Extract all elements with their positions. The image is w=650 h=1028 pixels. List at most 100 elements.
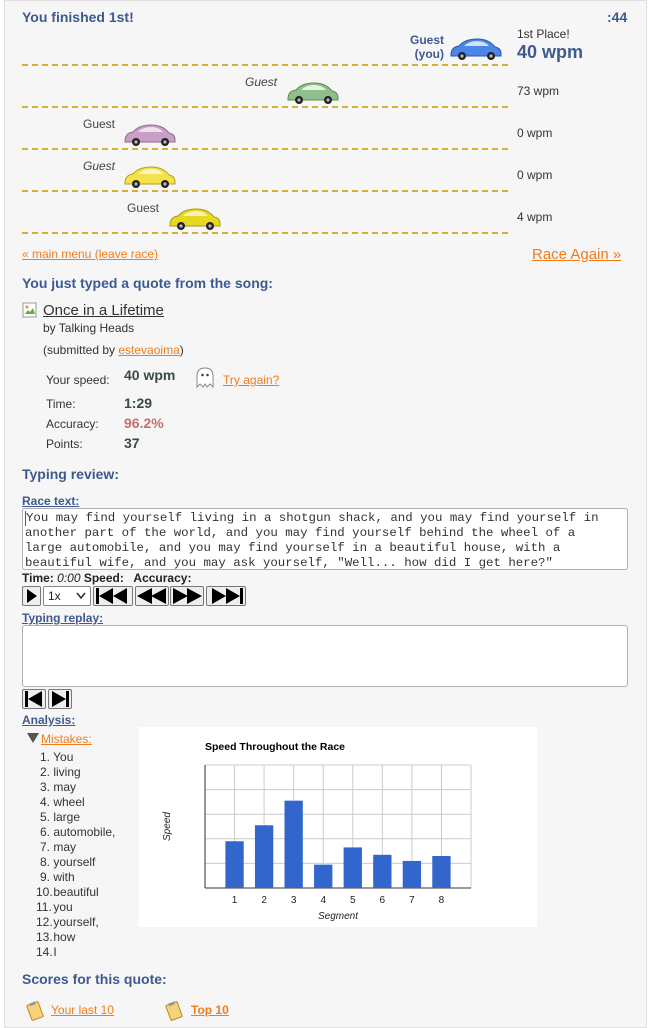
- chart-x-tick-label: 2: [261, 895, 267, 906]
- replay-time-value: 0:00: [57, 571, 81, 585]
- time-label: Time:: [46, 397, 76, 411]
- your-last-10-link[interactable]: Your last 10: [51, 1003, 114, 1017]
- points-value: 37: [124, 435, 140, 451]
- song-artist: by Talking Heads: [43, 321, 135, 335]
- scores-heading: Scores for this quote:: [22, 971, 167, 987]
- place-label: 1st Place!: [517, 27, 570, 41]
- mistake-item: 7. may: [39, 840, 77, 854]
- racer-name-you: Guest (you): [406, 33, 444, 61]
- submitted-suffix: ): [179, 343, 184, 357]
- chart-x-tick-label: 5: [350, 895, 356, 906]
- typing-review-heading: Typing review:: [22, 466, 119, 482]
- accuracy-value: 96.2%: [124, 415, 164, 431]
- lane-divider: [22, 148, 508, 150]
- fast-forward-icon: [173, 588, 202, 604]
- mistake-item: 13. how: [36, 930, 76, 944]
- step-forward-icon: [52, 691, 69, 707]
- speed-chart-svg: Speed Throughout the Race 1 2 3 4 5 6 7 8 Segment…: [162, 741, 472, 922]
- play-icon: [26, 589, 37, 603]
- clipboard-icon: [26, 1001, 44, 1021]
- mistakes-toggle[interactable]: Mistakes:: [41, 732, 92, 746]
- mistake-item: 10. beautiful: [36, 885, 99, 899]
- race-text-line: large automobile, and you may find yours…: [25, 541, 561, 555]
- points-label: Points:: [46, 437, 83, 451]
- mistake-item: 2. living: [39, 765, 81, 779]
- typing-replay-label: Typing replay:: [22, 611, 104, 625]
- mistake-item: 9. with: [39, 870, 75, 884]
- mistake-word: how: [53, 930, 76, 944]
- chart-x-tick-label: 1: [232, 895, 238, 906]
- top-10-link[interactable]: Top 10: [191, 1003, 229, 1017]
- playback-speed-select[interactable]: 1x: [43, 586, 91, 606]
- submitted-prefix: (submitted by: [43, 343, 119, 357]
- racer-car-icon: [287, 82, 339, 104]
- submitter-link[interactable]: estevaoima: [118, 343, 179, 357]
- chart-y-label: Speed: [162, 812, 173, 841]
- analysis-label: Analysis:: [22, 713, 76, 727]
- clipboard-icon: [165, 1001, 183, 1021]
- racer-name: Guest: [83, 117, 116, 131]
- chart-bar: [402, 860, 422, 888]
- mistake-item: 5. large: [39, 810, 81, 824]
- mistake-word: may: [53, 780, 77, 794]
- chart-x-tick-label: 4: [320, 895, 326, 906]
- step-back-icon: [25, 691, 42, 707]
- replay-time-label: Time:: [22, 571, 54, 585]
- racer-name: Guest: [409, 33, 444, 47]
- racer-wpm: 0 wpm: [517, 168, 553, 182]
- race-text-box[interactable]: You may find yourself living in a shotgu…: [22, 508, 628, 570]
- race-text-line: beautiful wife, and you may ask yourself…: [25, 556, 553, 570]
- replay-accuracy-label: Accuracy:: [133, 571, 192, 585]
- lane-divider: [22, 190, 508, 192]
- skip-end-icon: [212, 588, 243, 604]
- race-text-label: Race text:: [22, 494, 80, 508]
- rewind-button[interactable]: [135, 586, 169, 606]
- race-text-line: You may find yourself living in a shotgu…: [25, 511, 625, 526]
- expand-triangle-icon[interactable]: [27, 733, 39, 743]
- typing-replay-box[interactable]: [22, 625, 628, 687]
- rewind-icon: [137, 588, 166, 604]
- chart-bar: [432, 856, 451, 888]
- racer-car-icon: [450, 38, 502, 60]
- mistake-item: 6. automobile,: [39, 825, 116, 839]
- mistake-item: 4. wheel: [39, 795, 85, 809]
- chart-x-tick-label: 6: [380, 895, 386, 906]
- replay-stats: Time: 0:00 Speed: Accuracy:: [22, 571, 191, 585]
- broken-image-icon: [22, 302, 37, 318]
- step-back-button[interactable]: [22, 689, 46, 709]
- speed-chart: Speed Throughout the Race 1 2 3 4 5 6 7 8 Segment…: [139, 727, 537, 927]
- mistake-word: yourself: [53, 855, 96, 869]
- mistake-word: You: [53, 750, 74, 764]
- play-button[interactable]: [22, 586, 41, 606]
- chevron-down-icon: [76, 592, 86, 600]
- chart-bar: [314, 864, 333, 888]
- lane-divider: [22, 106, 508, 108]
- chart-x-label: Segment: [318, 911, 359, 922]
- racer-you-tag: (you): [414, 47, 444, 61]
- song-title-link[interactable]: Once in a Lifetime: [43, 302, 164, 319]
- fast-forward-button[interactable]: [170, 586, 204, 606]
- playback-speed-value: 1x: [48, 589, 61, 603]
- skip-to-end-button[interactable]: [206, 586, 246, 606]
- skip-to-start-button[interactable]: [93, 586, 133, 606]
- race-text-line: another part of the world, and you may f…: [25, 526, 576, 540]
- racer-car-icon: [169, 208, 221, 230]
- chart-x-tick-label: 7: [409, 895, 415, 906]
- racer-car-icon: [124, 124, 176, 146]
- step-forward-button[interactable]: [48, 689, 72, 709]
- racer-wpm: 73 wpm: [517, 84, 560, 98]
- race-again-link[interactable]: Race Again »: [532, 246, 621, 263]
- main-menu-link[interactable]: « main menu (leave race): [22, 247, 158, 261]
- try-again-link[interactable]: Try again?: [223, 373, 279, 387]
- mistake-word: yourself,: [53, 915, 99, 929]
- mistake-word: wheel: [53, 795, 85, 809]
- mistake-item: 12. yourself,: [36, 915, 99, 929]
- racer-name: Guest: [83, 159, 116, 173]
- chart-bar: [254, 825, 274, 888]
- ghost-icon[interactable]: [193, 365, 217, 389]
- mistake-item: 8. yourself: [39, 855, 96, 869]
- mistake-word: living: [53, 765, 81, 779]
- mistake-item: 1. You: [39, 750, 74, 764]
- race-timer: :44: [607, 9, 628, 25]
- chart-title: Speed Throughout the Race: [205, 741, 345, 753]
